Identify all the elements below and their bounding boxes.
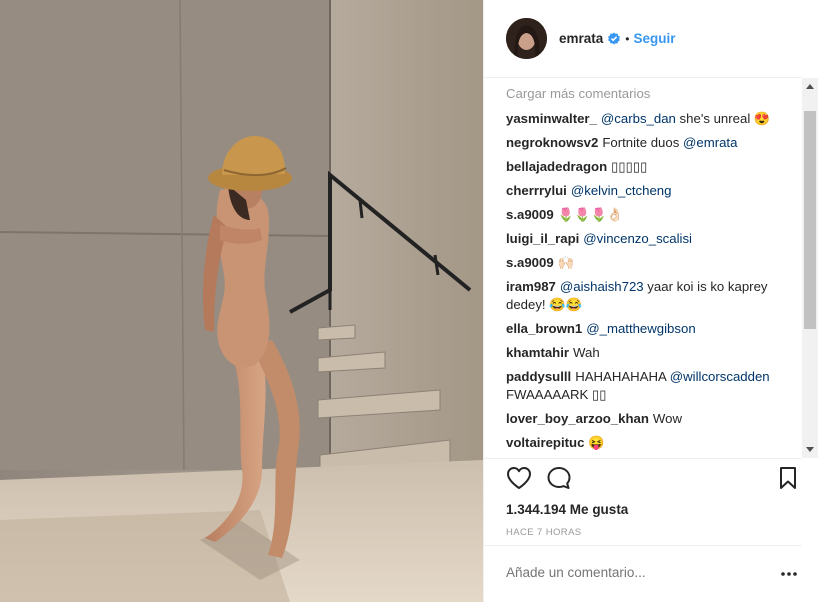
post-panel: emrata • Seguir Cargar más comentarios y… (483, 0, 818, 602)
comment-item: khamtahir Wah (506, 344, 796, 362)
add-comment-input[interactable] (506, 565, 746, 580)
comment-text: she's unreal 😍 (675, 111, 771, 126)
comment-item: iram987 @aishaish723 yaar koi is ko kapre… (506, 278, 796, 314)
comment-user[interactable]: lover_boy_arzoo_khan (506, 411, 649, 426)
comment-text: 🙌🏻 (557, 255, 575, 270)
separator-dot: • (625, 31, 630, 46)
comment-item: bellajadedragon ▯▯▯▯▯ (506, 158, 796, 176)
comment-mention[interactable]: @emrata (683, 135, 737, 150)
comment-user[interactable]: voltairepituc (506, 435, 584, 450)
comment-user[interactable]: bellajadedragon (506, 159, 607, 174)
comment-bubble-icon[interactable] (546, 466, 574, 494)
divider (484, 545, 802, 546)
bookmark-icon[interactable] (778, 466, 806, 494)
comment-item: s.a9009 🙌🏻 (506, 254, 796, 272)
comment-mention[interactable]: @aishaish723 (560, 279, 644, 294)
username[interactable]: emrata (559, 31, 603, 46)
post-timestamp[interactable]: HACE 7 HORAS (506, 527, 582, 538)
scroll-down-arrow-icon[interactable] (806, 447, 814, 452)
more-options-icon[interactable] (779, 566, 799, 582)
comment-item: luigi_il_rapi @vincenzo_scalisi (506, 230, 796, 248)
like-count[interactable]: 1.344.194 Me gusta (506, 502, 628, 517)
post-actions (506, 466, 796, 494)
comment-user[interactable]: khamtahir (506, 345, 569, 360)
comment-user[interactable]: yasminwalter_ (506, 111, 597, 126)
comment-mention[interactable]: @vincenzo_scalisi (583, 231, 692, 246)
divider (484, 458, 802, 459)
heart-icon[interactable] (506, 466, 534, 494)
comment-text: Wah (573, 345, 600, 360)
comments-scrollbar[interactable] (802, 78, 818, 458)
comment-user[interactable]: cherrrylui (506, 183, 567, 198)
comment-mention[interactable]: @willcorscadden (670, 369, 770, 384)
comments-list[interactable]: Cargar más comentarios yasminwalter_ @car… (506, 85, 796, 460)
comment-mention[interactable]: @kelvin_ctcheng (571, 183, 672, 198)
scroll-up-arrow-icon[interactable] (806, 84, 814, 89)
avatar[interactable] (506, 18, 547, 59)
comment-item: negroknowsv2 Fortnite duos @emrata (506, 134, 796, 152)
verified-badge-icon (607, 32, 621, 46)
comment-mention[interactable]: @_matthewgibson (586, 321, 695, 336)
post-photo[interactable] (0, 0, 483, 602)
comment-text: Wow (652, 411, 682, 426)
comment-item: yasminwalter_ @carbs_dan she's unreal 😍 (506, 110, 796, 128)
comment-item: lover_boy_arzoo_khan Wow (506, 410, 796, 428)
comment-text: ▯▯▯▯▯ (611, 159, 648, 174)
follow-button[interactable]: Seguir (633, 31, 675, 46)
scrollbar-thumb[interactable] (804, 111, 816, 329)
comment-user[interactable]: ella_brown1 (506, 321, 582, 336)
comment-mention[interactable]: @carbs_dan (601, 111, 676, 126)
comment-text: Fortnite duos (602, 135, 683, 150)
comment-user[interactable]: luigi_il_rapi (506, 231, 579, 246)
comment-user[interactable]: s.a9009 (506, 207, 554, 222)
comment-item: s.a9009 🌷🌷🌷👌🏻 (506, 206, 796, 224)
comment-item: voltairepituc 😝 (506, 434, 796, 452)
comment-text: 🌷🌷🌷👌🏻 (557, 207, 624, 222)
comment-user[interactable]: iram987 (506, 279, 556, 294)
comment-user[interactable]: s.a9009 (506, 255, 554, 270)
post-image (0, 0, 483, 602)
comment-text: 😝 (588, 435, 605, 450)
load-more-comments[interactable]: Cargar más comentarios (506, 85, 796, 103)
comment-text: FWAAAAARK ▯▯ (506, 387, 607, 402)
post-header: emrata • Seguir (484, 0, 802, 78)
comment-user[interactable]: paddysulll (506, 369, 571, 384)
comment-item: paddysulll HAHAHAHAHA @willcorscadden FWA… (506, 368, 796, 404)
comment-text: HAHAHAHAHA (575, 369, 670, 384)
comment-item: ella_brown1 @_matthewgibson (506, 320, 796, 338)
comment-item: cherrrylui @kelvin_ctcheng (506, 182, 796, 200)
comment-user[interactable]: negroknowsv2 (506, 135, 598, 150)
